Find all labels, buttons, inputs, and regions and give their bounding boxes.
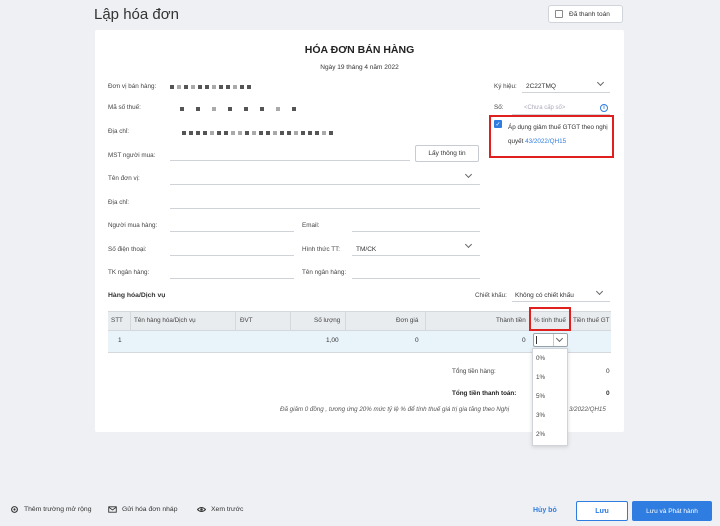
send-draft-label: Gửi hóa đơn nháp <box>122 506 178 513</box>
col-stt: STT <box>111 317 123 324</box>
bank-account-input[interactable] <box>170 278 294 279</box>
resolution-link[interactable]: 43/2022/QH15 <box>525 138 566 145</box>
reduction-note-tail: 3/2022/QH15 <box>569 406 606 413</box>
symbol-select[interactable] <box>522 92 610 93</box>
invoice-date: Ngày 19 tháng 4 năm 2022 <box>320 64 399 71</box>
tax-reduction-checkbox[interactable]: ✓ <box>494 120 502 128</box>
col-amount: Thành tiền <box>496 317 526 324</box>
col-name: Tên hàng hóa/Dịch vụ <box>134 317 196 324</box>
subtotal-label: Tổng tiền hàng: <box>452 368 496 375</box>
invoice-title: HÓA ĐƠN BÁN HÀNG <box>304 44 415 56</box>
phone-input[interactable] <box>170 255 294 256</box>
bank-account-label: TK ngân hàng: <box>108 269 150 276</box>
row-stt: 1 <box>118 337 122 344</box>
tax-code-label: Mã số thuế: <box>108 104 141 111</box>
unit-name-input[interactable] <box>170 184 480 185</box>
info-icon[interactable]: i <box>600 104 608 112</box>
symbol-label: Ký hiệu: <box>494 83 517 90</box>
fetch-info-button[interactable]: Lấy thông tin <box>415 145 479 162</box>
extend-fields-label: Thêm trường mở rộng <box>24 506 92 513</box>
col-tax-amount: Tiền thuế GT <box>573 317 610 324</box>
total-value: 0 <box>606 390 610 397</box>
col-unit: ĐVT <box>240 317 253 324</box>
buyer-input[interactable] <box>170 231 294 232</box>
phone-label: Số điện thoại: <box>108 246 147 253</box>
preview-button[interactable]: Xem trước <box>197 505 243 514</box>
cancel-button[interactable]: Hủy bỏ <box>533 507 557 514</box>
subtotal-value: 0 <box>606 368 610 375</box>
tax-option[interactable]: 3% <box>536 412 545 419</box>
seller-label: Đơn vị bán hàng: <box>108 83 157 90</box>
reduction-note: Đã giảm 0 đồng , tương ứng 20% mức tỷ lệ… <box>280 406 510 413</box>
save-button[interactable]: Lưu <box>576 501 628 521</box>
paid-label: Đã thanh toán <box>569 10 610 18</box>
col-price: Đơn giá <box>396 317 419 324</box>
tax-code-redacted <box>180 106 296 111</box>
extend-fields-button[interactable]: Thêm trường mở rộng <box>10 505 91 514</box>
discount-label: Chiết khấu: <box>475 292 507 299</box>
col-qty: Số lượng <box>314 317 341 324</box>
email-input[interactable] <box>352 231 480 232</box>
payment-select[interactable] <box>352 255 480 256</box>
page-title: Lập hóa đơn <box>94 6 179 23</box>
discount-select[interactable] <box>512 301 610 302</box>
checkbox-icon[interactable] <box>555 10 563 18</box>
tax-rate-highlight <box>529 307 571 331</box>
total-label: Tổng tiền thanh toán: <box>452 390 517 397</box>
tax-option[interactable]: 1% <box>536 374 545 381</box>
goods-title: Hàng hóa/Dịch vụ <box>108 292 166 299</box>
symbol-value[interactable]: 2C22TMQ <box>526 83 556 90</box>
address-redacted <box>182 130 333 135</box>
tax-option[interactable]: 0% <box>536 355 545 362</box>
paid-checkbox[interactable]: Đã thanh toán <box>548 5 623 23</box>
row-price[interactable]: 0 <box>415 337 419 344</box>
seller-redacted <box>170 84 251 89</box>
bank-name-label: Tên ngân hàng: <box>302 269 347 276</box>
number-placeholder: <Chưa cấp số> <box>524 105 566 111</box>
preview-label: Xem trước <box>211 506 244 513</box>
tax-reduction-text: Áp dụng giảm thuế GTGT theo nghị quyết 4… <box>508 121 612 149</box>
eye-icon <box>197 507 206 512</box>
text-cursor <box>536 336 537 344</box>
buyer-address-input[interactable] <box>170 208 480 209</box>
send-draft-button[interactable]: Gửi hóa đơn nháp <box>108 505 178 514</box>
unit-name-label: Tên đơn vị: <box>108 175 140 182</box>
payment-label: Hình thức TT: <box>302 246 341 253</box>
discount-value[interactable]: Không có chiết khấu <box>515 292 574 299</box>
payment-value[interactable]: TM/CK <box>356 246 376 253</box>
address-label: Địa chỉ: <box>108 128 129 135</box>
gear-icon <box>11 506 18 513</box>
tax-option[interactable]: 5% <box>536 393 545 400</box>
save-and-issue-button[interactable]: Lưu và Phát hành <box>632 501 712 521</box>
buyer-tax-label: MST người mua: <box>108 152 156 159</box>
buyer-address-label: Địa chỉ: <box>108 199 129 206</box>
buyer-label: Người mua hàng: <box>108 222 158 229</box>
bank-name-input[interactable] <box>352 278 480 279</box>
row-amount: 0 <box>522 337 526 344</box>
number-label: Số: <box>494 104 504 111</box>
tax-option[interactable]: 2% <box>536 431 545 438</box>
mail-icon <box>108 506 117 513</box>
buyer-tax-input[interactable] <box>170 160 410 161</box>
row-qty[interactable]: 1,00 <box>326 337 339 344</box>
email-label: Email: <box>302 222 320 229</box>
